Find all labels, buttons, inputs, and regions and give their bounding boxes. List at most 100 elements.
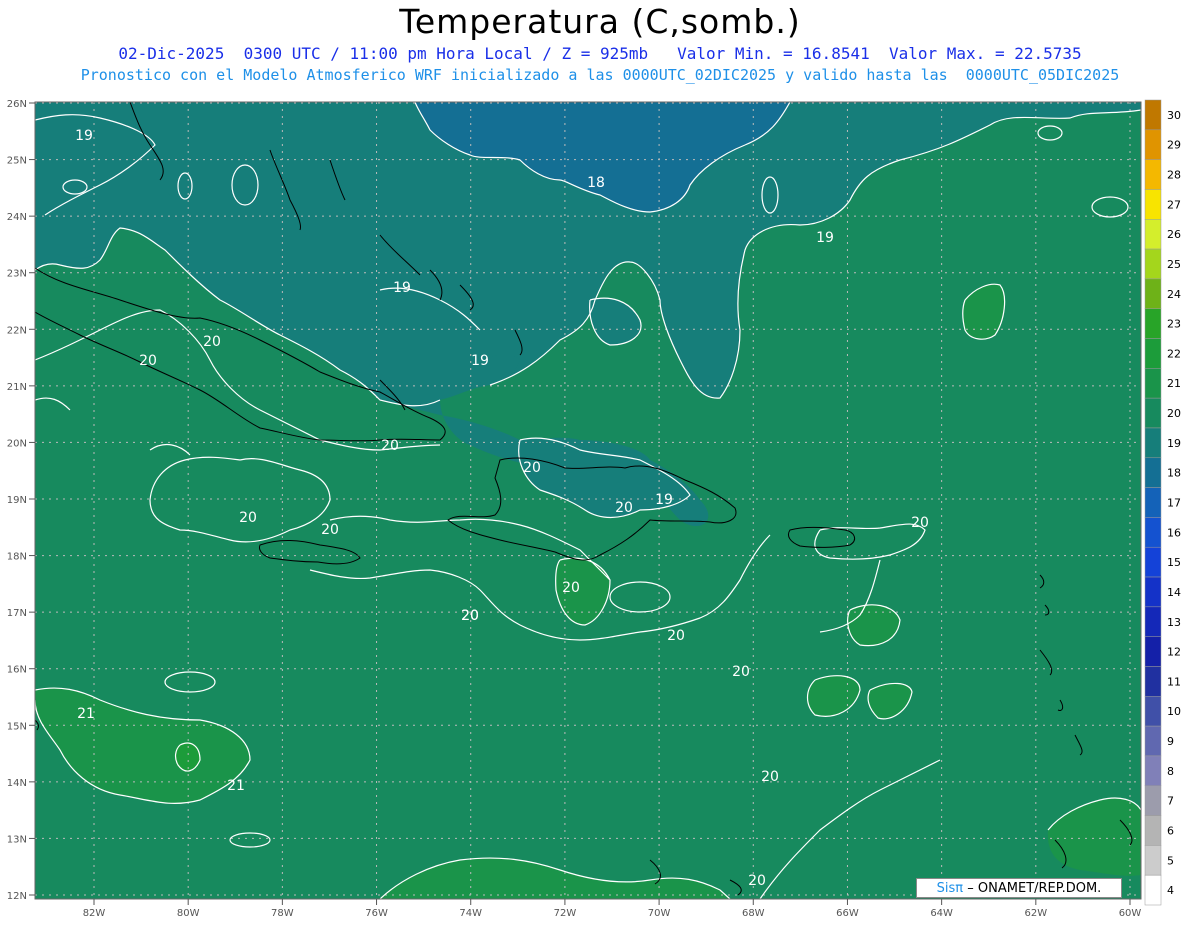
colorbar-swatch	[1144, 308, 1162, 339]
lon-label: 64W	[930, 908, 953, 919]
lat-label: 19N	[7, 495, 27, 506]
colorbar-label: 30	[1167, 109, 1181, 122]
contour-label: 20	[321, 522, 339, 538]
colorbar-label: 8	[1167, 765, 1174, 778]
contour-label: 20	[203, 334, 221, 350]
colorbar-label: 5	[1167, 854, 1174, 867]
colorbar: 30 29 28 27 26 25 24 23 22 21 20 19 18 17 16 15 14 13 12 11…	[1144, 99, 1181, 906]
lat-label: 14N	[7, 778, 27, 789]
contour-label: 20	[615, 500, 633, 516]
colorbar-label: 24	[1167, 288, 1181, 301]
lon-label: 70W	[648, 908, 671, 919]
contour-label: 21	[77, 706, 95, 722]
lat-label: 17N	[7, 608, 27, 619]
lon-label: 66W	[836, 908, 859, 919]
lon-label: 80W	[177, 908, 200, 919]
lat-label: 26N	[7, 99, 27, 110]
colorbar-label: 20	[1167, 407, 1181, 420]
colorbar-label: 16	[1167, 526, 1181, 539]
contour-label: 19	[393, 280, 411, 296]
contour-label: 19	[75, 128, 93, 144]
latitude-labels: 26N 25N 24N 23N 22N 21N 20N 19N 18N 17N 16N 15N 14N 1…	[7, 99, 35, 902]
colorbar-label: 25	[1167, 258, 1181, 271]
colorbar-swatch	[1144, 636, 1162, 667]
lon-label: 78W	[271, 908, 294, 919]
colorbar-label: 23	[1167, 318, 1181, 331]
colorbar-label: 6	[1167, 824, 1174, 837]
lat-label: 20N	[7, 438, 27, 449]
contour-label: 21	[227, 778, 245, 794]
lat-label: 15N	[7, 721, 27, 732]
longitude-labels: 82W 80W 78W 76W 74W 72W 70W 68W 66W 64W 62W 60W	[83, 899, 1142, 919]
colorbar-swatch	[1144, 546, 1162, 578]
colorbar-swatch	[1144, 397, 1162, 429]
contour-label: 20	[523, 460, 541, 476]
colorbar-swatch	[1144, 666, 1162, 697]
colorbar-swatch	[1144, 99, 1162, 131]
colorbar-label: 19	[1167, 437, 1181, 450]
colorbar-swatch	[1144, 755, 1162, 786]
colorbar-label: 28	[1167, 169, 1181, 182]
lon-label: 82W	[83, 908, 106, 919]
colorbar-label: 7	[1167, 795, 1174, 808]
colorbar-label: 13	[1167, 616, 1181, 629]
contour-label: 19	[655, 492, 673, 508]
colorbar-swatch	[1144, 576, 1162, 608]
contour-label: 18	[587, 175, 605, 191]
lon-label: 68W	[742, 908, 765, 919]
colorbar-swatch	[1144, 457, 1162, 488]
lon-label: 62W	[1025, 908, 1048, 919]
contour-label: 19	[816, 230, 834, 246]
shaded-field	[35, 102, 1141, 899]
lat-label: 18N	[7, 552, 27, 563]
colorbar-swatch	[1144, 517, 1162, 548]
colorbar-label: 22	[1167, 347, 1181, 360]
colorbar-label: 9	[1167, 735, 1174, 748]
contour-label: 20	[562, 580, 580, 596]
colorbar-label: 15	[1167, 556, 1181, 569]
colorbar-swatch	[1144, 248, 1162, 280]
colorbar-swatch	[1144, 606, 1162, 637]
credit-box: Sisπ – ONAMET/REP.DOM.	[916, 878, 1122, 898]
lat-label: 25N	[7, 156, 27, 167]
colorbar-swatch	[1144, 427, 1162, 459]
colorbar-label: 14	[1167, 586, 1181, 599]
contour-label: 20	[239, 510, 257, 526]
colorbar-swatch	[1144, 815, 1162, 846]
contour-label: 20	[748, 873, 766, 889]
lon-label: 72W	[554, 908, 577, 919]
lat-label: 24N	[7, 212, 27, 223]
sis-logo: Sisπ	[936, 881, 964, 896]
colorbar-label: 11	[1167, 675, 1181, 688]
colorbar-swatch	[1144, 845, 1162, 876]
colorbar-swatch	[1144, 189, 1162, 220]
lat-label: 16N	[7, 665, 27, 676]
colorbar-swatch	[1144, 696, 1162, 727]
contour-label: 20	[911, 515, 929, 531]
colorbar-label: 4	[1167, 884, 1174, 897]
colorbar-label: 12	[1167, 646, 1181, 659]
colorbar-swatch	[1144, 874, 1162, 906]
lat-label: 23N	[7, 269, 27, 280]
contour-label: 20	[139, 353, 157, 369]
colorbar-swatch	[1144, 278, 1162, 309]
contour-label: 19	[471, 353, 489, 369]
contour-label: 20	[732, 664, 750, 680]
temperature-map: 19 18 19 19 20 20 19 20 20 20 19 20 20 20 20 20 20 21 21 20…	[7, 99, 1181, 919]
colorbar-swatch	[1144, 487, 1162, 518]
contour-label: 20	[381, 438, 399, 454]
colorbar-label: 27	[1167, 198, 1181, 211]
lat-label: 12N	[7, 891, 27, 902]
contour-label: 20	[761, 769, 779, 785]
colorbar-swatch	[1144, 368, 1162, 399]
lat-label: 13N	[7, 834, 27, 845]
colorbar-swatch	[1144, 159, 1162, 190]
lon-label: 60W	[1119, 908, 1142, 919]
colorbar-swatch	[1144, 725, 1162, 757]
colorbar-swatch	[1144, 129, 1162, 160]
lon-label: 76W	[365, 908, 388, 919]
lat-label: 21N	[7, 382, 27, 393]
colorbar-label: 26	[1167, 228, 1181, 241]
colorbar-swatch	[1144, 338, 1162, 369]
credit-text: – ONAMET/REP.DOM.	[967, 881, 1102, 896]
